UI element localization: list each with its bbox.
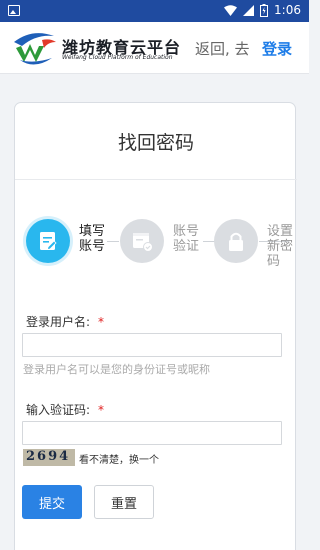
status-time: 1:06 xyxy=(274,3,301,17)
captcha-input[interactable] xyxy=(22,421,282,445)
captcha-image[interactable]: 2694 xyxy=(23,449,75,466)
step-connector xyxy=(107,241,119,242)
app-header: 潍坊教育云平台 Weifang Cloud Platform of Educat… xyxy=(0,22,309,74)
captcha-label-text: 输入验证码: xyxy=(26,403,91,417)
required-mark: * xyxy=(98,403,105,417)
back-link[interactable]: 返回, 去 xyxy=(195,38,250,59)
username-input[interactable] xyxy=(22,333,282,357)
step-2-circle xyxy=(120,219,164,263)
step-2-label: 账号验证 xyxy=(173,224,200,254)
step-3-circle xyxy=(214,219,258,263)
signal-icon xyxy=(243,4,255,16)
page-title: 找回密码 xyxy=(117,132,194,154)
edit-document-icon xyxy=(40,232,57,251)
status-bar: 1:06 xyxy=(0,0,309,22)
captcha-label: 输入验证码: * xyxy=(26,401,104,418)
verify-card-icon xyxy=(133,233,153,252)
submit-button[interactable]: 提交 xyxy=(22,485,82,519)
username-label-text: 登录用户名: xyxy=(26,315,91,329)
lock-icon xyxy=(229,232,243,251)
login-link[interactable]: 登录 xyxy=(262,38,292,59)
weifang-logo-icon xyxy=(14,33,56,65)
status-icons: 1:06 xyxy=(224,3,301,17)
brand-subtitle: Weifang Cloud Platform of Education xyxy=(62,54,173,61)
username-hint: 登录用户名可以是您的身份证号或昵称 xyxy=(23,363,210,376)
refresh-captcha-link[interactable]: 看不清楚，换一个 xyxy=(79,451,159,466)
step-3-label: 设置新密码 xyxy=(267,224,294,269)
wifi-icon xyxy=(224,4,238,16)
battery-icon xyxy=(260,3,269,17)
step-1-circle xyxy=(26,219,70,263)
divider xyxy=(15,179,297,180)
image-notification-icon xyxy=(8,5,20,16)
required-mark: * xyxy=(98,315,105,329)
step-1-label: 填写账号 xyxy=(79,224,106,254)
captcha-code: 2694 xyxy=(26,449,71,464)
reset-button[interactable]: 重置 xyxy=(94,485,154,519)
find-password-card: 找回密码 填写账号 账号验证 设置新密码 登录用户名: * 登录用户名可以是您的… xyxy=(14,102,297,550)
username-label: 登录用户名: * xyxy=(26,313,104,330)
